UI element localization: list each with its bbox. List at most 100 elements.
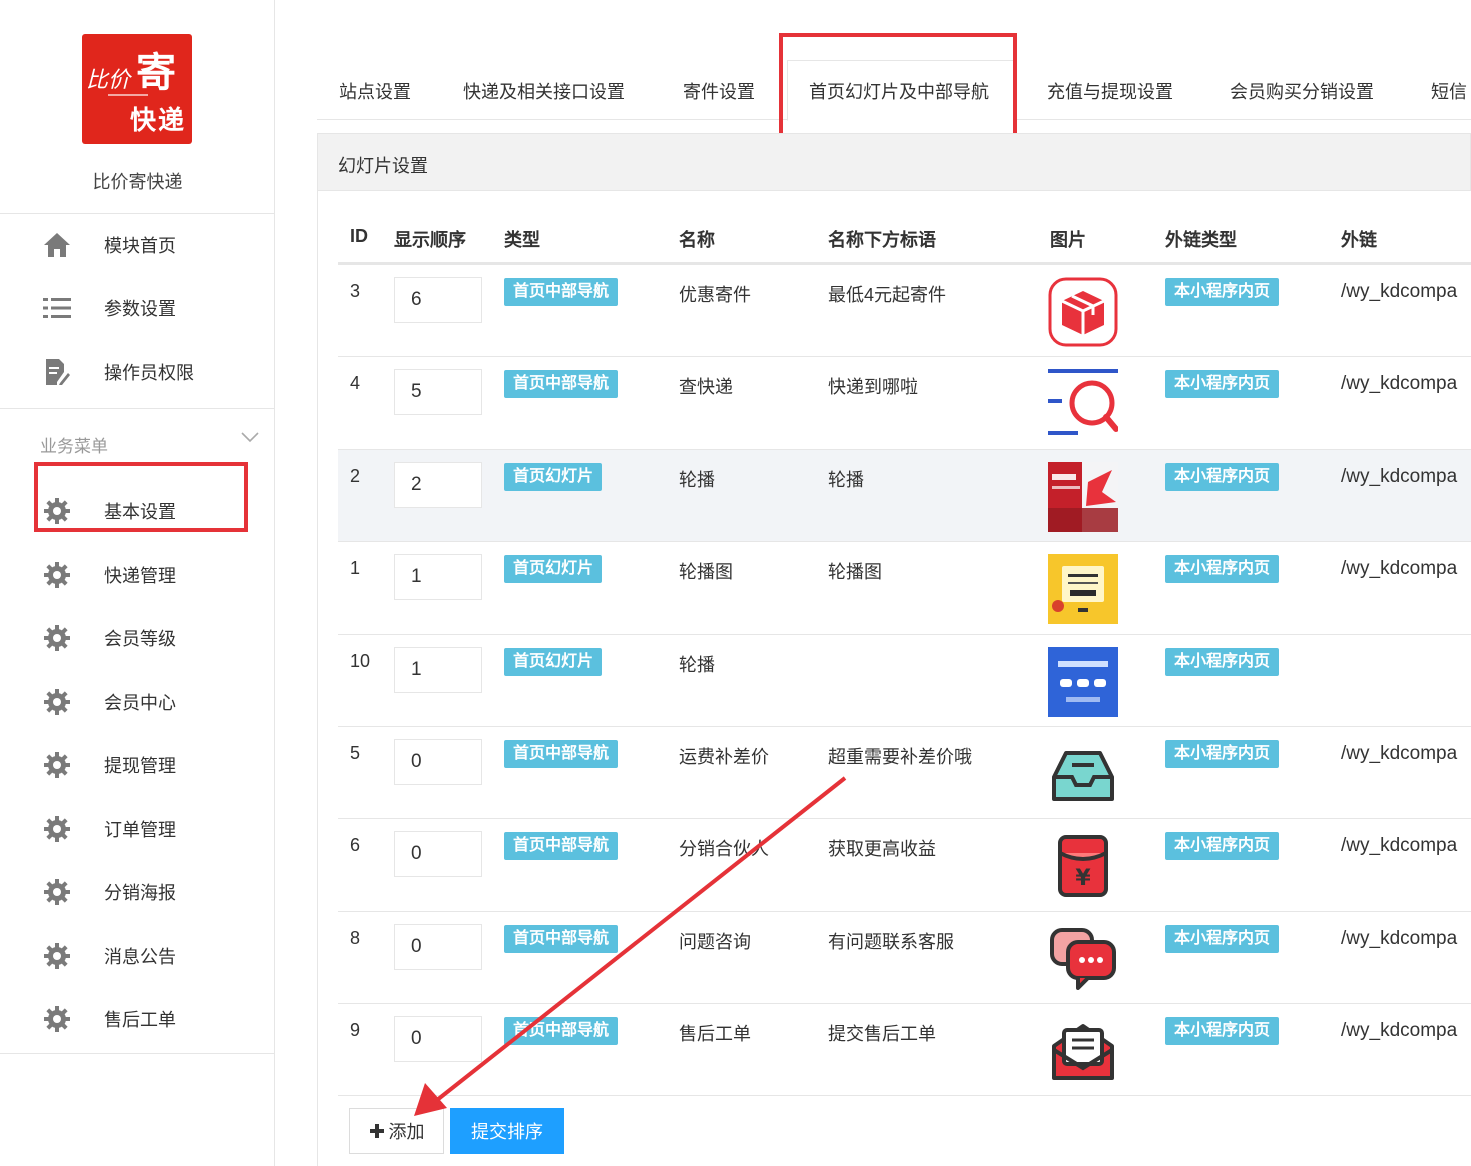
type-badge: 首页中部导航 — [504, 278, 619, 306]
column-header-name: 名称 — [679, 230, 715, 250]
site-name: 比价寄快递 — [92, 172, 183, 192]
submit-order-button[interactable]: 提交排序 — [450, 1108, 564, 1154]
sidebar-item-label: 售后工单 — [104, 1010, 176, 1030]
logo-divider — [108, 94, 148, 96]
tab-recharge-withdraw[interactable]: 充值与提现设置 — [1047, 78, 1173, 104]
tab-sms[interactable]: 短信 — [1431, 78, 1467, 104]
display-order-input[interactable] — [394, 461, 482, 508]
plus-icon — [369, 1123, 385, 1139]
tab-site-settings[interactable]: 站点设置 — [339, 78, 411, 104]
row-link[interactable]: /wy_kdcompa — [1341, 743, 1457, 765]
tab-shipping[interactable]: 寄件设置 — [683, 78, 755, 104]
display-order-input[interactable] — [394, 923, 482, 970]
sidebar-item-member-center[interactable]: 会员中心 — [0, 677, 275, 727]
sidebar-item-label: 提现管理 — [104, 756, 176, 776]
sidebar-item-home[interactable]: 模块首页 — [0, 220, 275, 270]
sidebar-divider — [0, 1053, 275, 1054]
add-button-label: 添加 — [388, 1122, 425, 1142]
link-type-badge: 本小程序内页 — [1165, 278, 1280, 306]
row-name: 优惠寄件 — [679, 285, 751, 305]
row-slogan: 轮播图 — [828, 562, 882, 583]
table-row: 9 首页中部导航 售后工单 提交售后工单 本小程序内页/wy_kdcompa — [338, 1003, 1471, 1095]
row-id: 8 — [350, 927, 361, 948]
sidebar-item-label: 会员等级 — [104, 629, 176, 649]
gear-icon — [42, 941, 72, 971]
row-name: 售后工单 — [679, 1024, 751, 1045]
sidebar-item-aftersale-ticket[interactable]: 售后工单 — [0, 994, 275, 1044]
row-link[interactable]: /wy_kdcompa — [1341, 1020, 1457, 1042]
type-badge: 首页幻灯片 — [504, 647, 603, 676]
column-header-slogan: 名称下方标语 — [828, 230, 936, 250]
table-row: 3 首页中部导航 优惠寄件 最低4元起寄件 本小程序内页/wy_kdcompa — [338, 264, 1471, 356]
link-type-badge: 本小程序内页 — [1165, 1017, 1280, 1046]
row-link[interactable]: /wy_kdcompa — [1341, 835, 1457, 857]
tab-express-api[interactable]: 快递及相关接口设置 — [463, 78, 625, 104]
type-badge: 首页中部导航 — [504, 1017, 619, 1046]
row-link[interactable]: /wy_kdcompa — [1341, 928, 1457, 950]
row-id: 10 — [350, 650, 371, 671]
link-type-badge: 本小程序内页 — [1165, 462, 1280, 491]
gear-icon — [42, 877, 72, 907]
add-button[interactable]: 添加 — [349, 1108, 444, 1154]
sidebar-item-label: 会员中心 — [104, 692, 176, 713]
table-bottom-divider — [338, 1095, 1471, 1096]
list-icon — [42, 293, 72, 323]
row-slogan: 获取更高收益 — [828, 839, 936, 860]
link-type-badge: 本小程序内页 — [1165, 555, 1280, 584]
sidebar-item-order-management[interactable]: 订单管理 — [0, 804, 275, 854]
row-id: 4 — [350, 373, 361, 394]
row-name: 运费补差价 — [679, 747, 769, 767]
column-header-link: 外链 — [1341, 230, 1377, 250]
sidebar-item-label: 快递管理 — [104, 565, 176, 586]
banner-flash-image — [1048, 461, 1118, 532]
row-name: 分销合伙人 — [679, 839, 769, 860]
sidebar-item-operators[interactable]: 操作员权限 — [0, 347, 275, 397]
row-slogan: 超重需要补差价哦 — [828, 747, 972, 767]
search-list-icon — [1048, 369, 1119, 439]
row-name: 轮播 — [679, 469, 715, 490]
type-badge: 首页中部导航 — [504, 740, 619, 768]
row-link[interactable]: /wy_kdcompa — [1341, 373, 1457, 395]
panel-header: 幻灯片设置 — [317, 133, 1471, 191]
sidebar-item-label: 参数设置 — [104, 299, 176, 319]
table-row: 2 首页幻灯片 轮播 轮播 本小程序内页/wy_kdcompa — [338, 448, 1471, 541]
highlight-box-basic-settings — [34, 462, 248, 532]
gear-icon — [42, 687, 72, 717]
tab-membership-distribution[interactable]: 会员购买分销设置 — [1230, 78, 1374, 104]
banner-yellow-image — [1048, 554, 1118, 625]
sidebar-item-member-levels[interactable]: 会员等级 — [0, 613, 275, 663]
sidebar-item-label: 分销海报 — [104, 883, 176, 903]
logo-text-2: 寄 — [136, 49, 176, 96]
column-header-order: 显示顺序 — [394, 230, 466, 250]
display-order-input[interactable] — [394, 646, 482, 693]
row-link[interactable]: /wy_kdcompa — [1341, 281, 1457, 303]
display-order-input[interactable] — [394, 739, 482, 785]
row-link[interactable]: /wy_kdcompa — [1341, 466, 1457, 488]
sidebar-item-withdraw-management[interactable]: 提现管理 — [0, 740, 275, 790]
menu-group-title: 业务菜单 — [40, 437, 108, 456]
sidebar-item-message-notice[interactable]: 消息公告 — [0, 931, 275, 981]
row-id: 5 — [350, 743, 361, 763]
display-order-input[interactable] — [394, 554, 482, 601]
row-link[interactable]: /wy_kdcompa — [1341, 558, 1457, 580]
chevron-down-icon[interactable] — [240, 430, 260, 449]
gear-icon — [42, 623, 72, 653]
row-slogan: 提交售后工单 — [828, 1024, 936, 1045]
display-order-input[interactable] — [394, 277, 482, 323]
sidebar-item-params[interactable]: 参数设置 — [0, 283, 275, 333]
row-id: 9 — [350, 1020, 361, 1041]
display-order-input[interactable] — [394, 831, 482, 878]
display-order-input[interactable] — [394, 1016, 482, 1063]
row-name: 轮播图 — [679, 562, 733, 583]
sidebar-item-express-management[interactable]: 快递管理 — [0, 550, 275, 600]
sidebar-divider — [0, 408, 275, 409]
type-badge: 首页中部导航 — [504, 924, 619, 953]
sidebar-divider — [0, 213, 275, 214]
column-header-image: 图片 — [1050, 230, 1086, 250]
home-icon — [42, 230, 72, 260]
display-order-input[interactable] — [394, 369, 482, 416]
sidebar-item-label: 消息公告 — [104, 946, 176, 967]
sidebar-item-distribution-poster[interactable]: 分销海报 — [0, 867, 275, 917]
row-slogan: 最低4元起寄件 — [828, 285, 947, 305]
banner-blue-image — [1048, 646, 1118, 717]
